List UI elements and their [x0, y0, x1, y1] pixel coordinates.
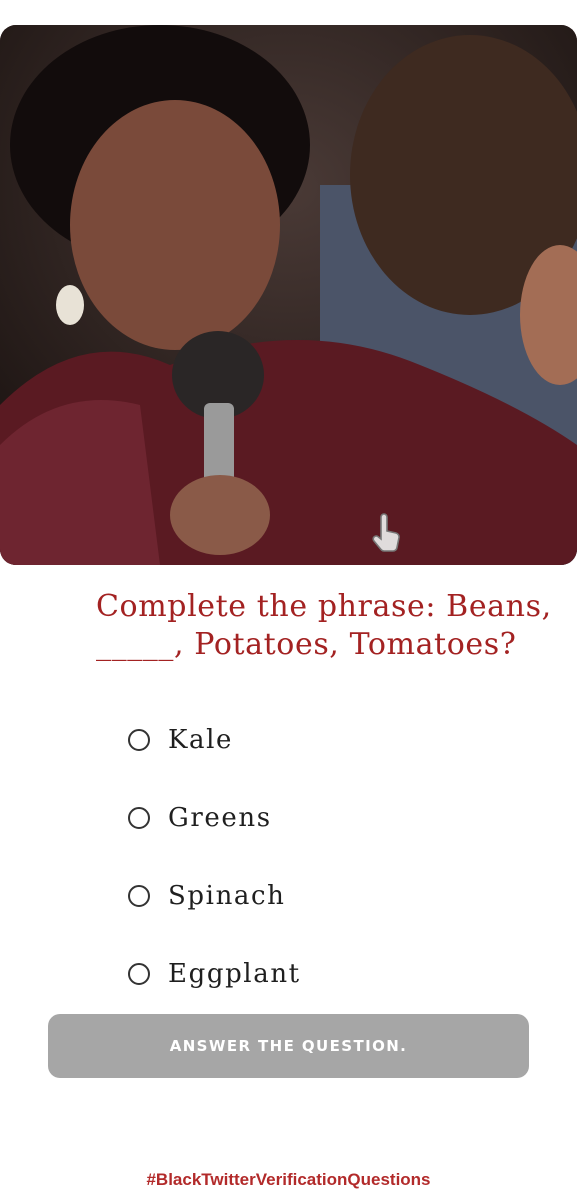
option-label: Spinach [168, 881, 286, 911]
answer-options: Kale Greens Spinach Eggplant [128, 722, 528, 1034]
meme-photo[interactable] [0, 25, 577, 565]
pointing-hand-icon[interactable] [370, 513, 404, 553]
option-label: Eggplant [168, 959, 301, 989]
radio-circle-icon[interactable] [128, 963, 150, 985]
option-greens[interactable]: Greens [128, 800, 528, 836]
hashtag-footer[interactable]: #BlackTwitterVerificationQuestions [0, 1170, 577, 1190]
option-spinach[interactable]: Spinach [128, 878, 528, 914]
radio-circle-icon[interactable] [128, 885, 150, 907]
photo-illustration [0, 25, 577, 565]
option-eggplant[interactable]: Eggplant [128, 956, 528, 992]
answer-button[interactable]: ANSWER THE QUESTION. [48, 1014, 529, 1078]
radio-circle-icon[interactable] [128, 729, 150, 751]
question-text: Complete the phrase: Beans, _____, Potat… [96, 589, 552, 662]
option-label: Greens [168, 803, 272, 833]
option-kale[interactable]: Kale [128, 722, 528, 758]
option-label: Kale [168, 725, 234, 755]
radio-circle-icon[interactable] [128, 807, 150, 829]
